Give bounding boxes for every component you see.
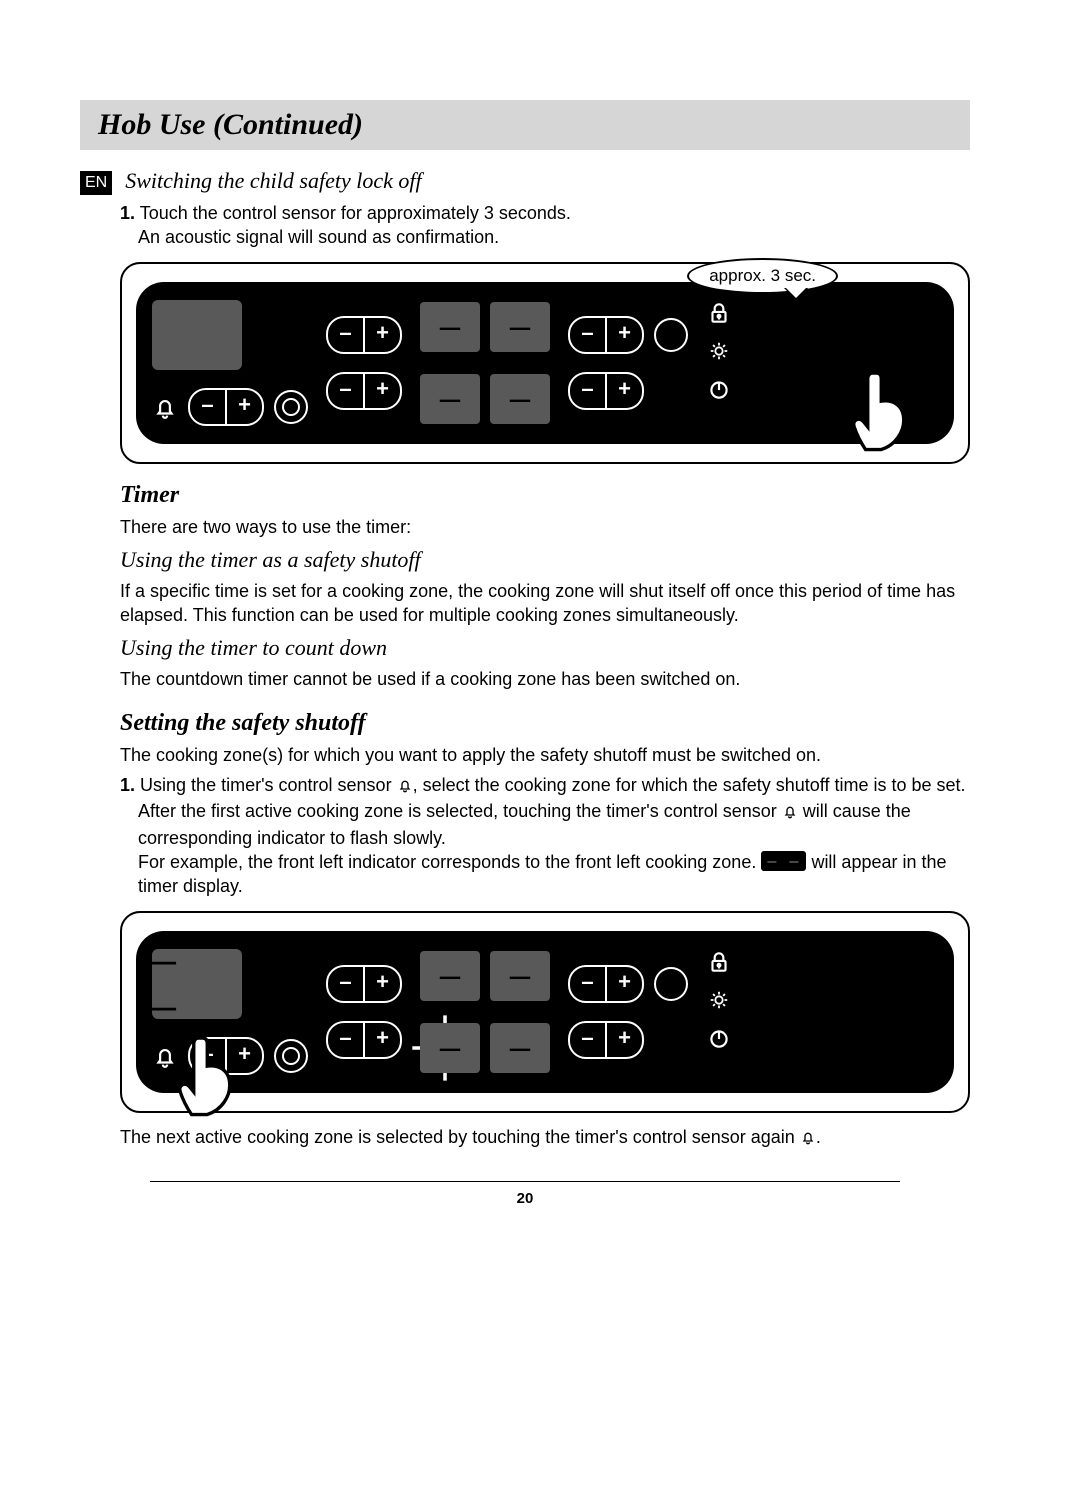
bell-icon [152,394,178,420]
heading-timer: Timer [120,482,970,509]
plusminus-button[interactable]: –+ [568,965,644,1003]
bell-icon [800,1127,816,1151]
plusminus-button[interactable]: –+ [568,316,644,354]
shutoff-footer-text: The next active cooking zone is selected… [120,1125,970,1151]
plusminus-button[interactable]: –+ [568,372,644,410]
hand-pointer-icon [844,364,914,454]
lock-icon[interactable] [706,300,732,326]
footer-rule [150,1181,900,1182]
section-setting-shutoff: Setting the safety shutoff The cooking z… [80,710,970,1151]
heat-icon [708,989,730,1011]
zone-select-icon[interactable] [274,1039,308,1073]
bell-icon [397,775,413,799]
indicator-icon [654,318,688,352]
countdown-body: The countdown timer cannot be used if a … [120,667,970,691]
safety-shutoff-body: If a specific time is set for a cooking … [120,579,970,628]
child-lock-step: 1. Touch the control sensor for approxim… [120,201,970,250]
heading-setting-shutoff: Setting the safety shutoff [120,710,970,737]
section-child-lock: EN Switching the child safety lock off 1… [80,168,970,464]
zone-display: – [490,1023,550,1073]
shutoff-intro: The cooking zone(s) for which you want t… [120,743,970,767]
section-timer: Timer There are two ways to use the time… [80,482,970,692]
zone-display: – [490,374,550,424]
control-panel-figure-1: approx. 3 sec. –+ –+ –+ [120,262,970,464]
language-badge: EN [80,171,112,195]
display-dashes-inline: – – [761,851,806,871]
lock-icon[interactable] [706,949,732,975]
heading-child-lock: Switching the child safety lock off [125,168,421,193]
plusminus-button[interactable]: –+ [326,965,402,1003]
bell-icon [782,801,798,825]
timer-display: – – [152,949,242,1019]
heat-icon [708,340,730,362]
plusminus-button[interactable]: –+ [568,1021,644,1059]
hand-pointer-icon [170,1029,240,1119]
plusminus-button[interactable]: –+ [188,388,264,426]
speech-bubble: approx. 3 sec. [687,258,838,294]
zone-display: – [420,951,480,1001]
power-icon[interactable] [706,376,732,402]
zone-display: – [490,951,550,1001]
zone-display: – [420,374,480,424]
timer-display [152,300,242,370]
zone-display: – [420,302,480,352]
indicator-icon [654,967,688,1001]
power-icon[interactable] [706,1025,732,1051]
control-panel-figure-2: – – –+ –+ –+ –– [120,911,970,1113]
plusminus-button[interactable]: –+ [326,1021,402,1059]
timer-intro: There are two ways to use the timer: [120,515,970,539]
page-title: Hob Use (Continued) [80,100,970,150]
zone-display: – [490,302,550,352]
page-number: 20 [80,1190,970,1207]
heading-countdown-use: Using the timer to count down [120,635,970,661]
plusminus-button[interactable]: –+ [326,372,402,410]
plusminus-button[interactable]: –+ [326,316,402,354]
heading-safety-shutoff-use: Using the timer as a safety shutoff [120,547,970,573]
zone-display-active: – [420,1023,480,1073]
shutoff-step: 1. Using the timer's control sensor , se… [120,773,970,898]
zone-select-icon[interactable] [274,390,308,424]
